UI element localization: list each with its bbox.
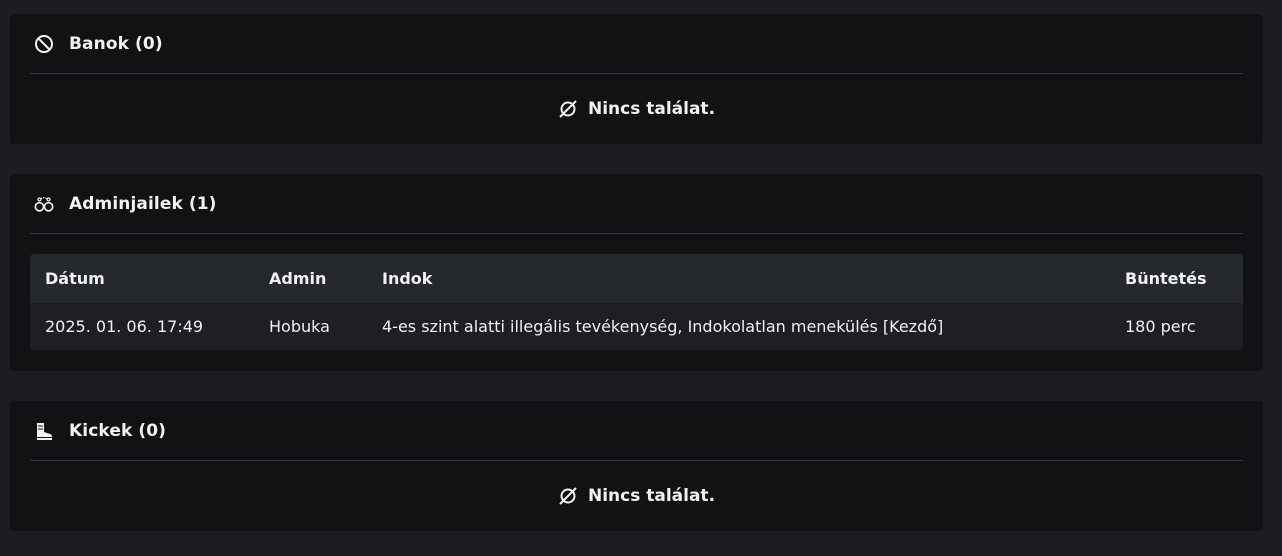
adminjails-title: Adminjailek (1) (69, 193, 217, 214)
column-header-reason: Indok (382, 269, 433, 288)
cell-admin: Hobuka (269, 317, 330, 336)
boot-icon (34, 421, 54, 441)
column-header-admin: Admin (269, 269, 327, 288)
adminjails-card-header: Adminjailek (1) (30, 174, 1243, 234)
table-header: Dátum Admin Indok Büntetés (30, 254, 1243, 303)
kicks-card: Kickek (0) Nincs találat. (10, 401, 1263, 531)
bans-empty-text: Nincs találat. (587, 99, 716, 119)
kicks-empty-message: Nincs találat. (30, 461, 1243, 531)
cell-reason: 4-es szint alatti illegális tevékenység,… (382, 317, 944, 336)
bans-empty-message: Nincs találat. (30, 74, 1243, 144)
handcuffs-icon (34, 194, 54, 214)
empty-set-icon (558, 486, 578, 506)
table-row: 2025. 01. 06. 17:49 Hobuka 4-es szint al… (30, 303, 1243, 350)
bans-card-header: Banok (0) (30, 14, 1243, 74)
bans-card: Banok (0) Nincs találat. (10, 14, 1263, 144)
kicks-card-header: Kickek (0) (30, 401, 1243, 461)
cell-date: 2025. 01. 06. 17:49 (45, 317, 204, 336)
adminjails-card: Adminjailek (1) Dátum Admin Indok Büntet… (10, 174, 1263, 371)
empty-set-icon (558, 99, 578, 119)
cell-penalty: 180 perc (1125, 317, 1196, 336)
bans-title: Banok (0) (69, 33, 163, 54)
column-header-penalty: Büntetés (1125, 269, 1207, 288)
column-header-date: Dátum (45, 269, 105, 288)
kicks-title: Kickek (0) (69, 420, 167, 441)
kicks-empty-text: Nincs találat. (587, 486, 716, 506)
ban-icon (34, 34, 54, 54)
adminjails-table: Dátum Admin Indok Büntetés 2025. 01. 06.… (30, 254, 1243, 350)
